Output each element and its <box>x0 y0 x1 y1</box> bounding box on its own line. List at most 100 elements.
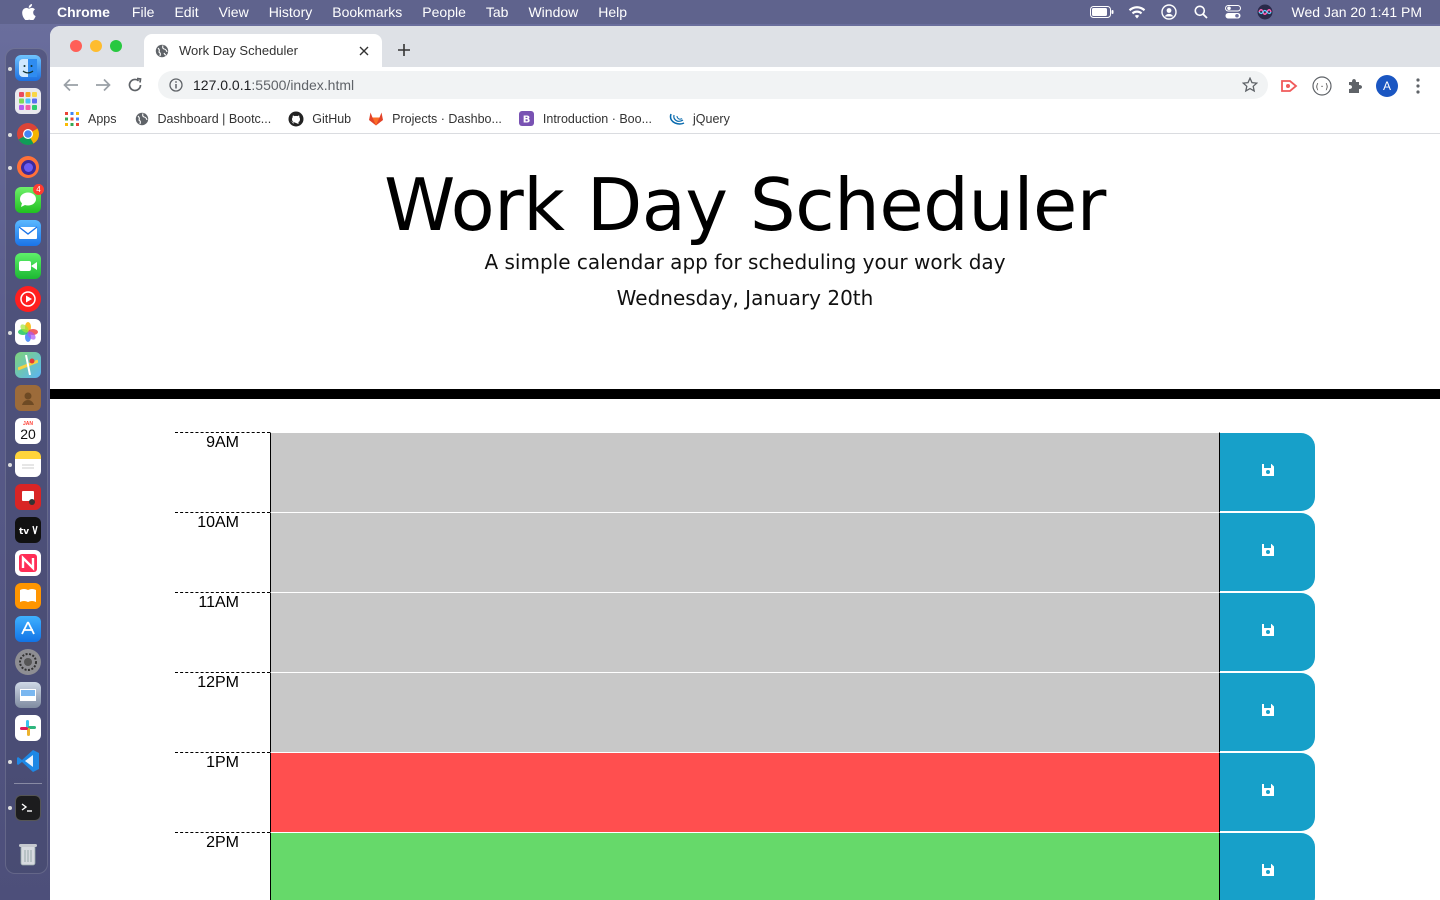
calendar-icon[interactable]: JAN 20 <box>15 418 41 444</box>
control-center-icon[interactable] <box>1224 5 1242 19</box>
save-button[interactable] <box>1220 513 1315 591</box>
description-textarea[interactable] <box>270 672 1220 752</box>
current-day: Wednesday, January 20th <box>616 286 874 310</box>
firefox-icon[interactable] <box>15 154 41 180</box>
floppy-disk-icon <box>1261 703 1275 722</box>
description-textarea[interactable] <box>270 432 1220 512</box>
user-account-icon[interactable] <box>1160 4 1178 20</box>
menu-tab[interactable]: Tab <box>486 4 509 20</box>
facetime-icon[interactable] <box>15 253 41 279</box>
save-button[interactable] <box>1220 433 1315 511</box>
extension-circle-icon[interactable]: (·) <box>1312 76 1332 96</box>
vscode-icon[interactable] <box>15 748 41 774</box>
menubar-clock[interactable]: Wed Jan 20 1:41 PM <box>1292 4 1422 20</box>
photo-booth-icon[interactable] <box>15 484 41 510</box>
bookmark-gitlab-projects[interactable]: Projects · Dashbo... <box>368 111 502 127</box>
time-block-row: 1PM <box>175 752 1315 832</box>
bookmark-github[interactable]: GitHub <box>288 111 351 127</box>
minimize-window-button[interactable] <box>90 40 102 52</box>
floppy-disk-icon <box>1261 783 1275 802</box>
contacts-icon[interactable] <box>15 385 41 411</box>
bookmark-star-icon[interactable] <box>1242 77 1258 93</box>
back-arrow-icon[interactable] <box>61 75 81 95</box>
url-path: :5500/index.html <box>251 77 355 93</box>
close-tab-icon[interactable] <box>356 43 372 59</box>
menu-people[interactable]: People <box>422 4 466 20</box>
spotlight-search-icon[interactable] <box>1192 5 1210 19</box>
browser-window: Work Day Scheduler 127.0.0.1:5500/index.… <box>50 26 1440 900</box>
photos-icon[interactable] <box>15 319 41 345</box>
github-icon <box>288 111 304 127</box>
finder-icon[interactable] <box>15 55 41 81</box>
save-button[interactable] <box>1220 593 1315 671</box>
menu-help[interactable]: Help <box>598 4 627 20</box>
floppy-disk-icon <box>1261 863 1275 882</box>
description-textarea[interactable] <box>270 752 1220 832</box>
forward-arrow-icon[interactable] <box>93 75 113 95</box>
zoom-window-button[interactable] <box>110 40 122 52</box>
preview-icon[interactable] <box>15 682 41 708</box>
terminal-icon[interactable] <box>15 795 41 821</box>
new-tab-button[interactable] <box>394 40 414 60</box>
system-preferences-icon[interactable] <box>15 649 41 675</box>
maps-icon[interactable] <box>15 352 41 378</box>
save-button[interactable] <box>1220 833 1315 900</box>
tab-strip: Work Day Scheduler <box>50 26 1440 67</box>
page-header: Work Day Scheduler A simple calendar app… <box>50 135 1440 389</box>
description-textarea[interactable] <box>270 592 1220 672</box>
close-window-button[interactable] <box>70 40 82 52</box>
dock-separator <box>14 783 42 784</box>
battery-icon[interactable] <box>1089 5 1114 19</box>
tab-title: Work Day Scheduler <box>179 43 298 58</box>
save-button[interactable] <box>1220 753 1315 831</box>
floppy-disk-icon <box>1261 623 1275 642</box>
menu-file[interactable]: File <box>132 4 155 20</box>
bookmark-jquery[interactable]: jQuery <box>669 111 730 127</box>
more-menu-icon[interactable] <box>1408 76 1428 96</box>
bookmark-apps[interactable]: Apps <box>64 111 117 127</box>
wifi-icon[interactable] <box>1128 5 1146 19</box>
reload-icon[interactable] <box>125 75 145 95</box>
header-divider <box>50 389 1440 399</box>
menu-bookmarks[interactable]: Bookmarks <box>332 4 402 20</box>
dock-running-indicator <box>8 806 12 810</box>
profile-avatar[interactable]: A <box>1376 75 1398 97</box>
bookmark-bootstrap-introduction[interactable]: B Introduction · Boo... <box>519 111 652 127</box>
app-store-icon[interactable] <box>15 616 41 642</box>
page-title: Work Day Scheduler <box>384 163 1106 247</box>
apple-logo-icon[interactable] <box>22 4 36 20</box>
slack-icon[interactable] <box>15 715 41 741</box>
address-bar[interactable]: 127.0.0.1:5500/index.html <box>158 71 1268 99</box>
globe-icon <box>134 111 150 127</box>
time-block-row: 12PM <box>175 672 1315 752</box>
dock-running-indicator <box>8 133 12 137</box>
save-button[interactable] <box>1220 673 1315 751</box>
description-textarea[interactable] <box>270 512 1220 592</box>
menu-edit[interactable]: Edit <box>174 4 198 20</box>
cast-extension-icon[interactable] <box>1279 76 1299 96</box>
bookmarks-bar: Apps Dashboard | Bootc... GitHub Project… <box>50 104 1440 134</box>
menu-app-name[interactable]: Chrome <box>57 4 110 20</box>
news-icon[interactable] <box>15 550 41 576</box>
mail-icon[interactable] <box>15 220 41 246</box>
notes-icon[interactable] <box>15 451 41 477</box>
time-block-row: 11AM <box>175 592 1315 672</box>
launchpad-icon[interactable] <box>15 88 41 114</box>
tab-work-day-scheduler[interactable]: Work Day Scheduler <box>144 34 382 67</box>
chrome-icon[interactable] <box>15 121 41 147</box>
menu-view[interactable]: View <box>219 4 249 20</box>
svg-text:(·): (·) <box>1315 82 1329 91</box>
apple-tv-icon[interactable]: tv <box>15 517 41 543</box>
bookmark-dashboard-bootcamp[interactable]: Dashboard | Bootc... <box>134 111 271 127</box>
books-icon[interactable] <box>15 583 41 609</box>
siri-icon[interactable] <box>1256 4 1274 20</box>
bookmark-label: Introduction · Boo... <box>542 111 652 126</box>
youtube-music-icon[interactable] <box>15 286 41 312</box>
menu-window[interactable]: Window <box>528 4 578 20</box>
site-info-icon[interactable] <box>168 77 184 93</box>
extensions-puzzle-icon[interactable] <box>1344 76 1364 96</box>
menu-history[interactable]: History <box>269 4 313 20</box>
gitlab-icon <box>368 111 384 127</box>
trash-icon[interactable] <box>15 841 41 867</box>
description-textarea[interactable] <box>270 832 1220 900</box>
